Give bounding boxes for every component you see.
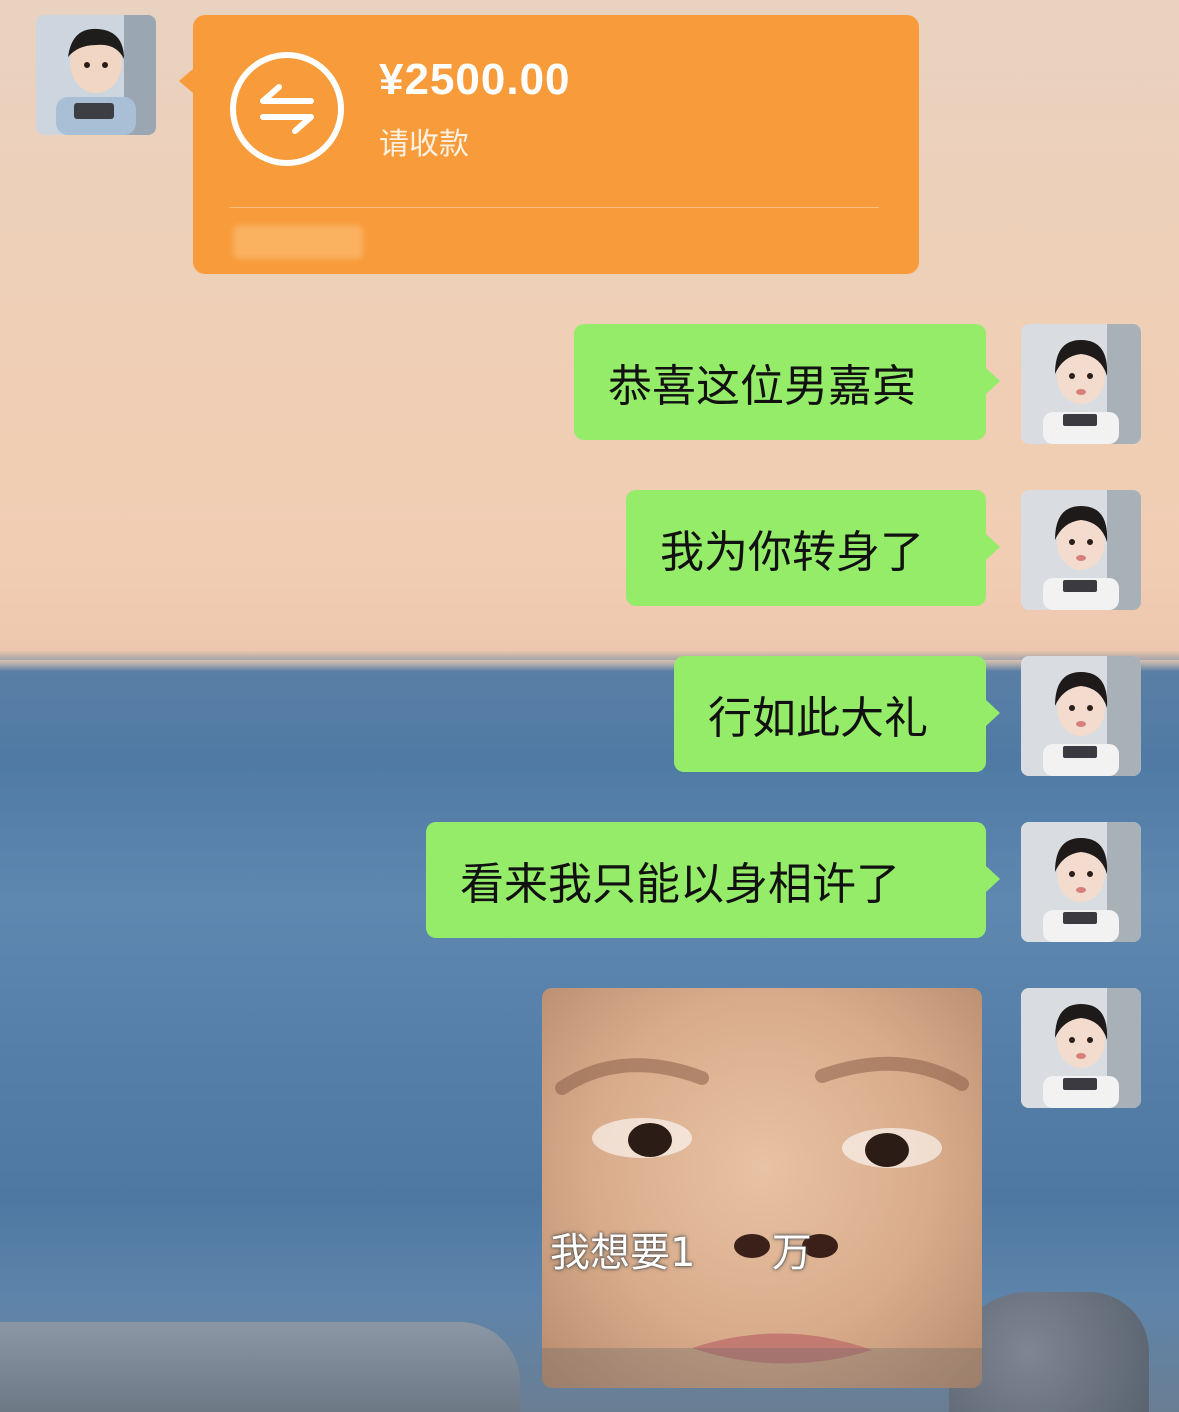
message-bubble[interactable]: 行如此大礼 xyxy=(674,656,1000,772)
message-text: 行如此大礼 xyxy=(708,693,928,744)
self-avatar[interactable] xyxy=(1021,988,1141,1108)
self-avatar[interactable] xyxy=(1021,324,1141,444)
transfer-amount: ¥2500.00 xyxy=(379,55,571,104)
message-bubble[interactable]: 我为你转身了 xyxy=(626,490,1000,606)
message-text: 看来我只能以身相许了 xyxy=(460,859,900,910)
background-shore xyxy=(0,1322,520,1412)
sticker-message[interactable]: 我想要1 万 xyxy=(542,988,982,1388)
transfer-footer-blurred xyxy=(233,225,363,259)
bubble-tail xyxy=(179,69,193,93)
girl-avatar-image xyxy=(1021,324,1141,444)
message-bubble[interactable]: 看来我只能以身相许了 xyxy=(426,822,1000,938)
transfer-message[interactable]: ¥2500.00 请收款 xyxy=(179,15,919,274)
self-avatar[interactable] xyxy=(1021,822,1141,942)
bubble-tail xyxy=(986,700,1000,726)
transfer-arrows-icon xyxy=(229,51,345,167)
baby-face-sticker-image xyxy=(542,1056,982,1388)
self-avatar[interactable] xyxy=(1021,656,1141,776)
sticker-caption: 我想要1 万 xyxy=(550,1230,812,1276)
bubble-tail xyxy=(986,866,1000,892)
girl-avatar-image xyxy=(1021,988,1141,1108)
message-text: 我为你转身了 xyxy=(660,527,924,578)
bubble-tail xyxy=(986,368,1000,394)
background-horizon xyxy=(0,660,1179,672)
bubble-tail xyxy=(986,534,1000,560)
message-bubble[interactable]: 恭喜这位男嘉宾 xyxy=(574,324,1000,440)
self-avatar[interactable] xyxy=(1021,490,1141,610)
girl-avatar-image xyxy=(1021,822,1141,942)
sender-avatar[interactable] xyxy=(36,15,156,135)
transfer-divider xyxy=(229,207,879,208)
boy-avatar-image xyxy=(36,15,156,135)
girl-avatar-image xyxy=(1021,490,1141,610)
message-text: 恭喜这位男嘉宾 xyxy=(608,361,916,412)
transfer-status: 请收款 xyxy=(379,127,469,162)
girl-avatar-image xyxy=(1021,656,1141,776)
